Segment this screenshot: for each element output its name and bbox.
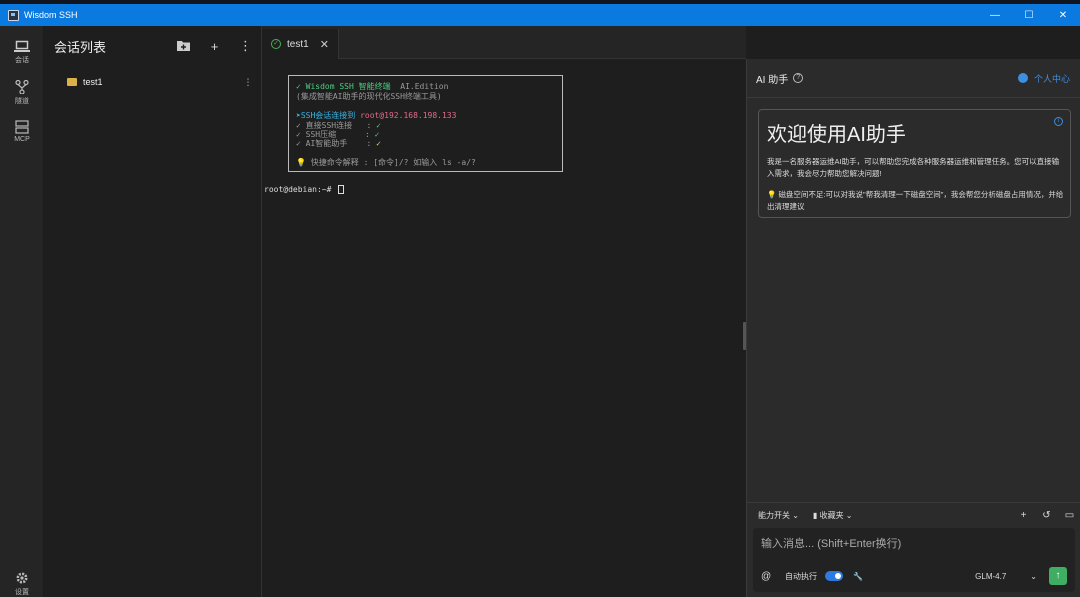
tab-close-icon[interactable]: ✕ (320, 38, 329, 51)
session-item-test1[interactable]: test1 ⋮ (54, 72, 254, 92)
terminal[interactable]: ✓ Wisdom SSH 智能终端 AI.Edition (集成智能AI助手的现… (262, 59, 746, 597)
nav-tunnel[interactable]: 隧道 (0, 80, 44, 106)
info-icon[interactable]: i (1054, 117, 1063, 126)
connected-icon: ✓ (271, 39, 281, 49)
feature-label: ✓ AI智能助手 : (296, 139, 377, 148)
feature-mark: ✓ (376, 139, 381, 148)
connected-host: root@192.168.198.133 (360, 111, 457, 120)
app-icon (8, 9, 19, 21)
welcome-banner: ✓ Wisdom SSH 智能终端 AI.Edition (集成智能AI助手的现… (288, 75, 563, 172)
folder-plus-icon (177, 40, 190, 51)
tab-bar: ✓ test1 ✕ (262, 26, 746, 59)
message-input-box[interactable]: 输入消息... (Shift+Enter换行) @ 自动执行 🔧 GLM-4.7… (753, 528, 1075, 592)
session-more-button[interactable]: ⋮ (230, 38, 261, 54)
model-selector[interactable]: GLM-4.7 (975, 572, 1006, 581)
connected-label: ➤SSH会话连接到 (296, 111, 356, 120)
banner-subtitle: (集成智能AI助手的现代化SSH终端工具) (296, 92, 442, 101)
ai-assistant-panel: AI 助手 ? 个人中心 欢迎使用AI助手 i 我是一名服务器运维AI助手，可以… (746, 59, 1080, 597)
mention-button[interactable]: @ (761, 571, 777, 582)
new-chat-button[interactable]: + (1012, 510, 1035, 521)
prompt-text: root@debian:~# (264, 185, 332, 194)
auto-exec-toggle[interactable] (825, 571, 843, 581)
welcome-card: 欢迎使用AI助手 i 我是一名服务器运维AI助手，可以帮助您完成各种服务器运维和… (758, 109, 1071, 218)
gear-icon (16, 572, 28, 584)
new-folder-button[interactable] (168, 39, 199, 54)
laptop-icon (14, 40, 30, 52)
session-panel: 会话列表 + ⋮ test1 ⋮ (44, 26, 262, 597)
banner-tip: 💡 快捷命令解释 : [命令]/? 如输入 ls -a/? (296, 158, 476, 167)
wrench-icon[interactable]: 🔧 (853, 572, 863, 581)
nav-sessions[interactable]: 会话 (0, 40, 44, 65)
help-icon[interactable]: ? (793, 73, 804, 83)
send-button[interactable]: ↑ (1049, 567, 1067, 585)
session-item-more[interactable]: ⋮ (242, 77, 254, 88)
left-nav: 会话 隧道 MCP 设置 (0, 26, 44, 597)
add-session-button[interactable]: + (199, 39, 230, 54)
tab-test1[interactable]: ✓ test1 ✕ (262, 29, 339, 59)
auto-exec-label: 自动执行 (785, 571, 817, 581)
server-icon (15, 120, 29, 134)
tab-label: test1 (287, 38, 309, 50)
user-center-link[interactable]: 个人中心 (1017, 72, 1070, 85)
ai-toolbar: 能力开关 ⌄ ▮ 收藏夹 ⌄ + ↺ ▭ (747, 502, 1080, 528)
favorites-label: 收藏夹 ⌄ (819, 511, 853, 520)
nav-settings-label: 设置 (15, 589, 29, 596)
shell-prompt: root@debian:~# (264, 185, 345, 194)
capability-toggle[interactable]: 能力开关 ⌄ (758, 510, 799, 521)
bookmark-icon: ▮ (812, 511, 818, 520)
close-button[interactable]: ✕ (1046, 4, 1080, 26)
session-list-title: 会话列表 (54, 39, 107, 55)
maximize-button[interactable]: ☐ (1012, 4, 1046, 26)
banner-title: ✓ Wisdom SSH 智能终端 (296, 82, 391, 91)
session-item-label: test1 (83, 77, 103, 87)
nav-settings[interactable]: 设置 (0, 571, 44, 597)
minimize-button[interactable]: — (978, 4, 1012, 26)
nav-mcp[interactable]: MCP (0, 120, 44, 143)
ai-panel-title: AI 助手 (756, 74, 789, 86)
session-icon (67, 78, 77, 86)
user-icon (1017, 73, 1028, 83)
nav-tunnel-label: 隧道 (15, 98, 29, 105)
title-bar: Wisdom SSH — ☐ ✕ (0, 4, 1080, 26)
chevron-down-icon[interactable]: ⌄ (1030, 572, 1037, 581)
favorites-dropdown[interactable]: ▮ 收藏夹 ⌄ (813, 510, 853, 521)
bulb-icon: 💡 (767, 190, 777, 199)
history-icon[interactable]: ↺ (1035, 510, 1058, 521)
welcome-title: 欢迎使用AI助手 (767, 124, 906, 146)
banner-edition: AI.Edition (400, 82, 449, 91)
message-input[interactable]: 输入消息... (Shift+Enter换行) (761, 535, 901, 551)
chat-list-icon[interactable]: ▭ (1058, 510, 1080, 521)
tunnel-icon (15, 80, 29, 94)
tip-label: 磁盘空间不足: (778, 190, 826, 199)
nav-mcp-label: MCP (14, 136, 30, 143)
nav-sessions-label: 会话 (15, 57, 29, 64)
window-title: Wisdom SSH (24, 10, 78, 20)
welcome-description: 我是一名服务器运维AI助手，可以帮助您完成各种服务器运维和管理任务。您可以直接输… (767, 157, 1060, 178)
user-center-label: 个人中心 (1033, 73, 1070, 84)
cursor (338, 185, 345, 194)
welcome-tip: 💡 磁盘空间不足:可以对我说"帮我清理一下磁盘空间"，我会帮您分析磁盘占用情况，… (767, 189, 1065, 213)
